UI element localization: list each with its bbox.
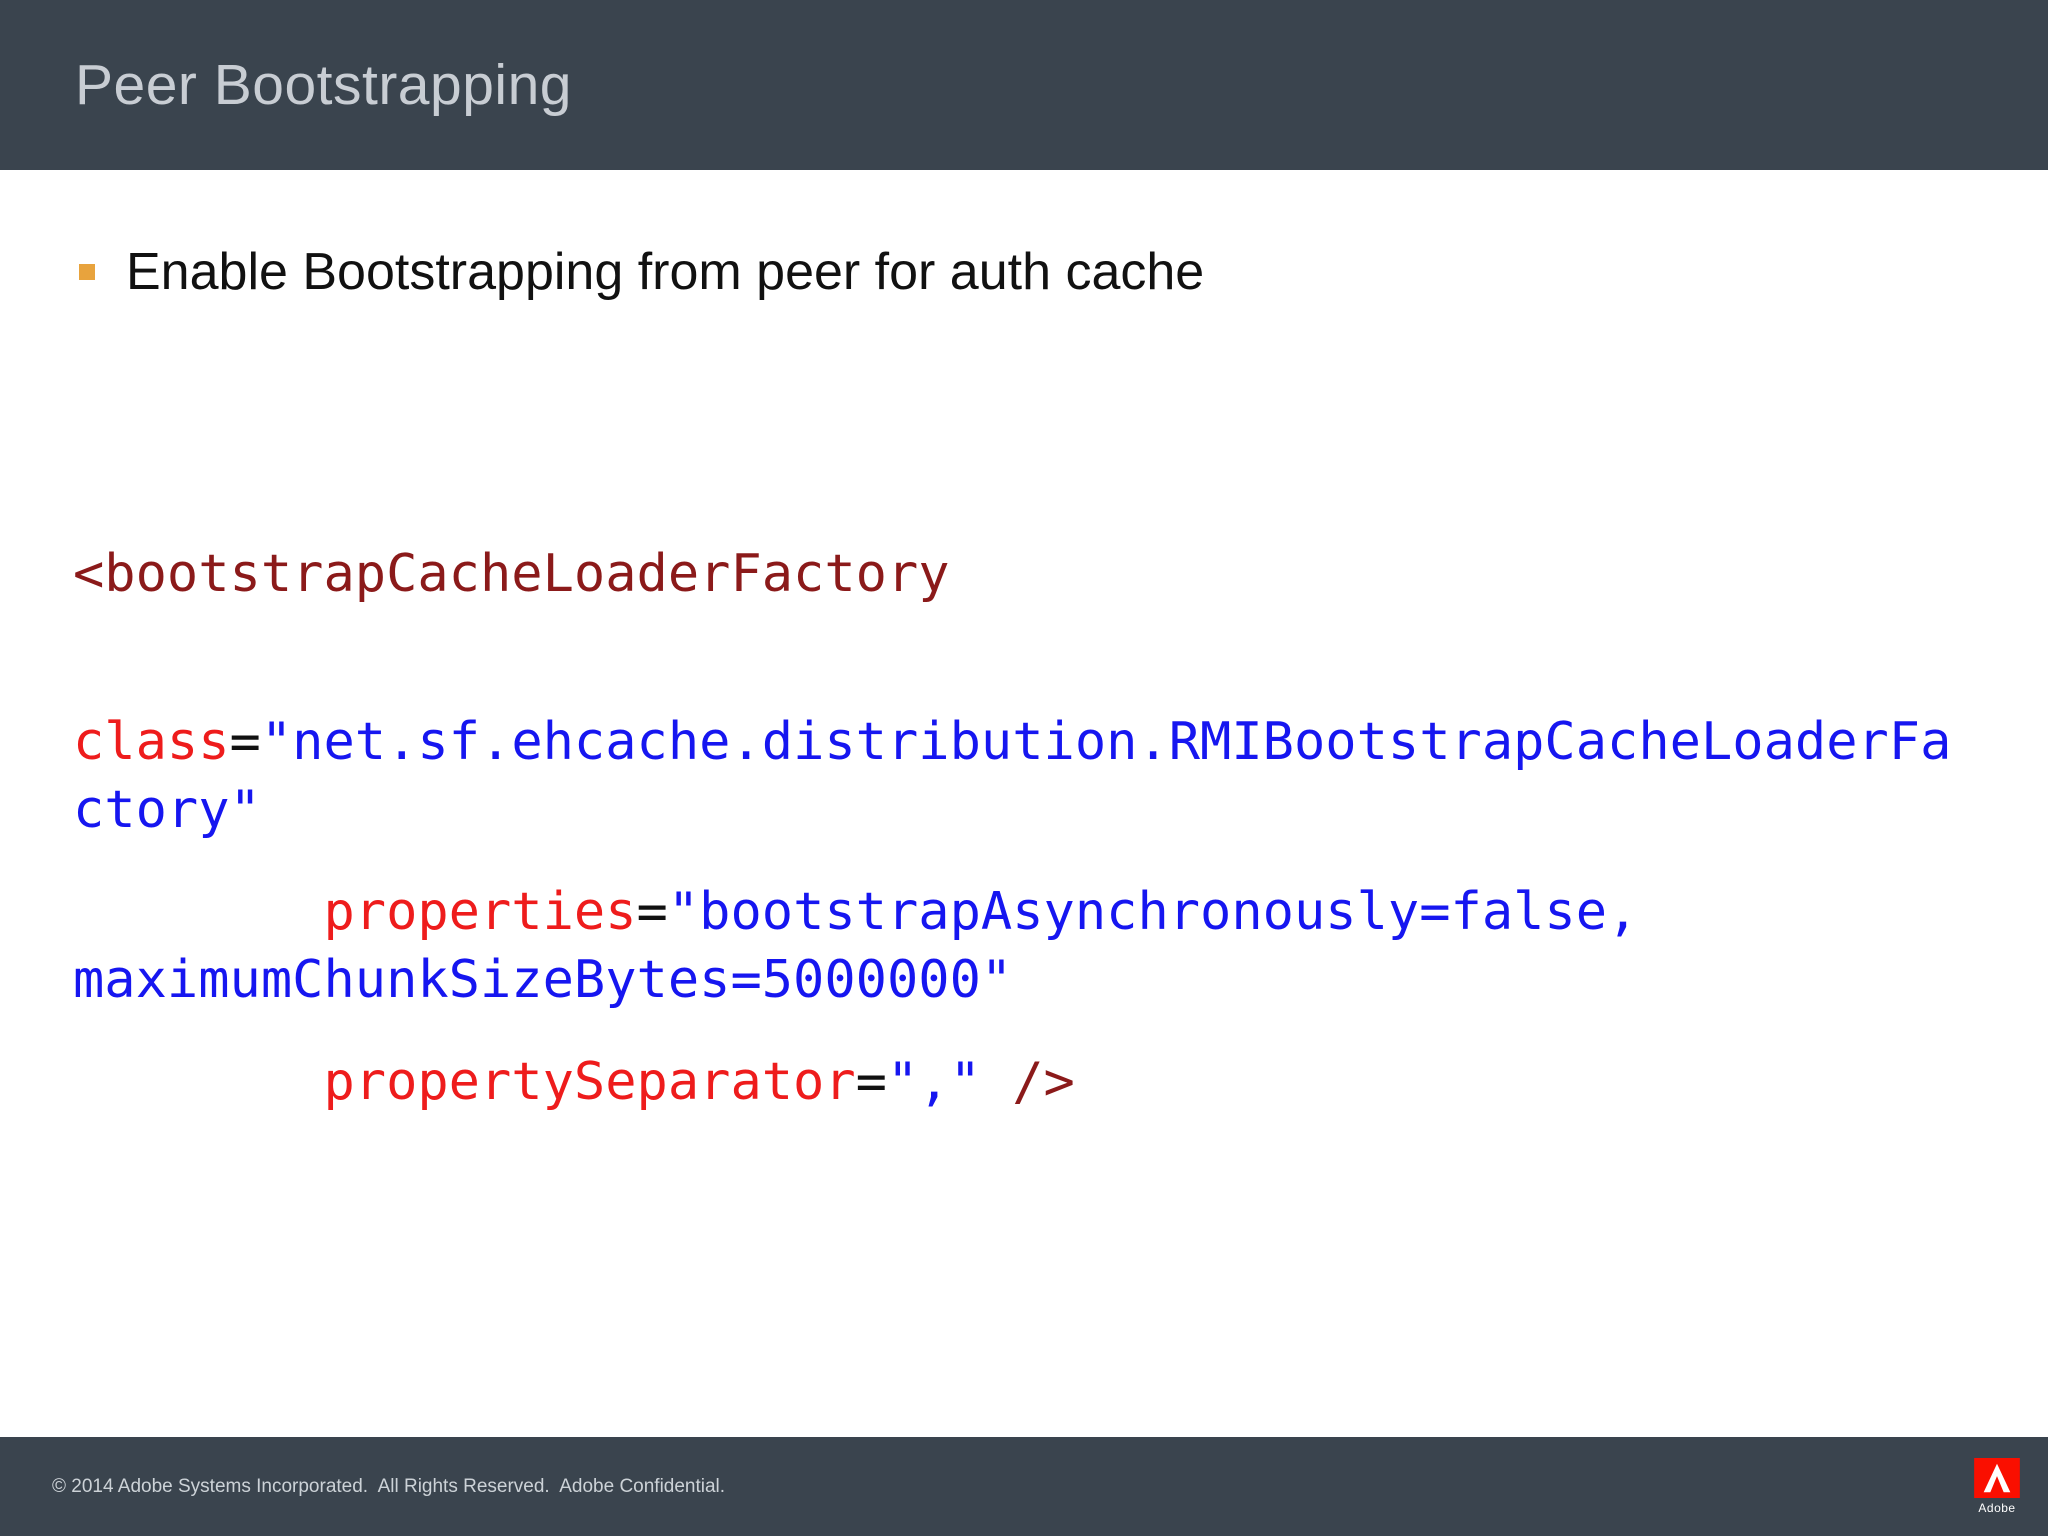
code-block: <bootstrapCacheLoaderFactory class="net.s… bbox=[73, 540, 2033, 1116]
code-segment-plain bbox=[73, 1052, 323, 1112]
code-segment-plain: = bbox=[636, 882, 668, 942]
code-segment-tag: <bootstrapCacheLoaderFactory bbox=[73, 544, 950, 604]
adobe-a-icon bbox=[1974, 1458, 2020, 1498]
bullet-item: Enable Bootstrapping from peer for auth … bbox=[73, 242, 1975, 302]
code-segment-attr: propertySeparator bbox=[323, 1052, 856, 1112]
code-line-open-tag: <bootstrapCacheLoaderFactory bbox=[73, 540, 2033, 608]
code-segment-attr: class bbox=[73, 712, 230, 772]
slide: Peer Bootstrapping Enable Bootstrapping … bbox=[0, 0, 2048, 1536]
code-segment-plain bbox=[73, 882, 323, 942]
code-segment-value: "," bbox=[886, 1052, 981, 1112]
bullet-text: Enable Bootstrapping from peer for auth … bbox=[126, 243, 1205, 301]
adobe-logo: Adobe bbox=[1974, 1458, 2020, 1515]
copyright-text: © 2014 Adobe Systems Incorporated. All R… bbox=[52, 1475, 726, 1497]
code-line-separator-attr: propertySeparator="," /> bbox=[73, 1048, 2033, 1116]
slide-title: Peer Bootstrapping bbox=[75, 53, 572, 117]
code-segment-plain: = bbox=[229, 712, 261, 772]
slide-body: Enable Bootstrapping from peer for auth … bbox=[0, 242, 2048, 1116]
code-segment-attr: properties bbox=[323, 882, 637, 942]
code-segment-plain: = bbox=[855, 1052, 887, 1112]
bullet-square-icon bbox=[79, 264, 95, 280]
code-segment-plain bbox=[981, 1052, 1012, 1112]
code-line-properties-attr: properties="bootstrapAsynchronously=fals… bbox=[73, 878, 2033, 1014]
code-line-class-attr: class="net.sf.ehcache.distribution.RMIBo… bbox=[73, 708, 2033, 844]
code-segment-tag: /> bbox=[1012, 1052, 1075, 1112]
adobe-logo-text: Adobe bbox=[1978, 1501, 2016, 1515]
slide-header: Peer Bootstrapping bbox=[0, 0, 2048, 170]
slide-footer: © 2014 Adobe Systems Incorporated. All R… bbox=[0, 1437, 2048, 1536]
code-segment-value: "net.sf.ehcache.distribution.RMIBootstra… bbox=[73, 712, 1952, 840]
